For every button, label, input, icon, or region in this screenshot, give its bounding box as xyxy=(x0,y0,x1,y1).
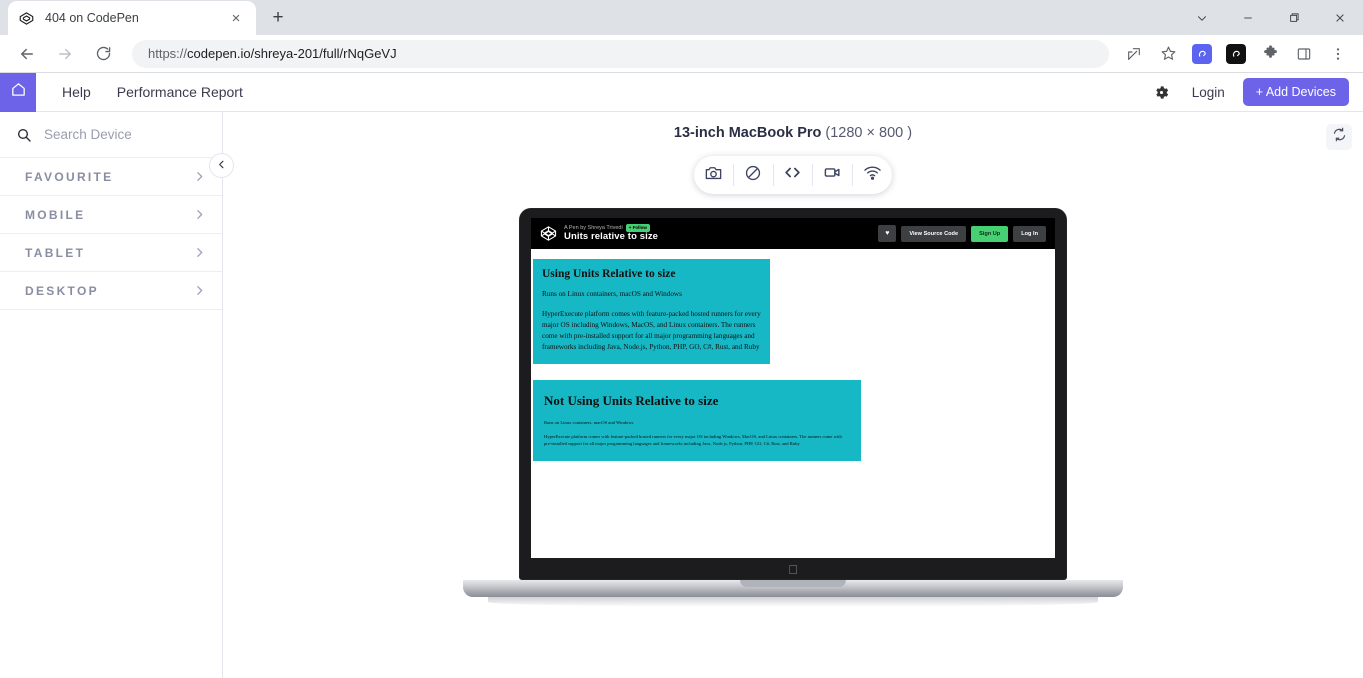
network-throttle-button[interactable] xyxy=(853,164,892,186)
sidebar-item-tablet[interactable]: TABLET xyxy=(0,234,222,272)
extension-black-badge xyxy=(1226,43,1246,64)
sidebar-item-favourite[interactable]: FAVOURITE xyxy=(0,158,222,196)
nav-item-performance-report[interactable]: Performance Report xyxy=(117,84,243,100)
share-icon[interactable] xyxy=(1119,39,1149,69)
sidebar: FAVOURITE MOBILE TABLET DESKTOP xyxy=(0,112,234,678)
sidebar-item-label: TABLET xyxy=(25,245,86,260)
minimize-icon[interactable] xyxy=(1225,0,1271,35)
codepen-signup-button[interactable]: Sign Up xyxy=(971,225,1009,242)
relative-units-subtext: Runs on Linux containers, macOS and Wind… xyxy=(542,290,682,298)
login-link[interactable]: Login xyxy=(1192,85,1225,100)
app-nav: Help Performance Report xyxy=(62,84,243,100)
close-icon[interactable] xyxy=(1317,0,1363,35)
back-icon[interactable] xyxy=(11,38,43,70)
gear-icon[interactable] xyxy=(1150,80,1174,104)
bookmark-star-icon[interactable] xyxy=(1153,39,1183,69)
extension-blue-icon[interactable] xyxy=(1187,39,1217,69)
browser-tab-strip: 404 on CodePen × + xyxy=(0,0,1363,35)
extension-black-icon[interactable] xyxy=(1221,39,1251,69)
search-device-row xyxy=(0,112,222,158)
relative-units-card: Using Units Relative to size Runs on Lin… xyxy=(533,259,770,364)
codepen-heart-button[interactable]: ♥ xyxy=(878,225,897,242)
codepen-header: A Pen by Shreya Trivedi + Follow Units r… xyxy=(531,218,1055,249)
chevron-down-icon[interactable] xyxy=(1179,0,1225,35)
sidebar-item-label: DESKTOP xyxy=(25,283,99,298)
camera-icon xyxy=(704,163,723,187)
sidebar-item-desktop[interactable]: DESKTOP xyxy=(0,272,222,310)
codepen-view-source-button[interactable]: View Source Code xyxy=(901,225,967,242)
record-video-button[interactable] xyxy=(813,163,854,187)
url-rest: codepen.io/shreya-201/full/rNqGeVJ xyxy=(187,46,397,61)
tab-close-icon[interactable]: × xyxy=(226,8,246,28)
address-bar-url: https://codepen.io/shreya-201/full/rNqGe… xyxy=(148,46,397,61)
chevron-right-icon xyxy=(193,170,206,183)
apple-logo-icon:  xyxy=(788,563,798,576)
browser-toolbar: https://codepen.io/shreya-201/full/rNqGe… xyxy=(0,35,1363,73)
codepen-actions: ♥ View Source Code Sign Up Log In xyxy=(878,225,1046,242)
no-entry-icon xyxy=(744,164,762,187)
device-title: 13-inch MacBook Pro (1280 × 800 ) xyxy=(223,125,1363,141)
home-button[interactable] xyxy=(0,72,36,112)
chevron-right-icon xyxy=(193,246,206,259)
home-icon xyxy=(10,81,27,103)
browser-tab-title: 404 on CodePen xyxy=(45,11,139,25)
chrome-menu-icon[interactable] xyxy=(1323,39,1353,69)
codepen-favicon-icon xyxy=(18,10,34,26)
browser-tab[interactable]: 404 on CodePen × xyxy=(8,1,256,35)
refresh-icon xyxy=(1332,127,1347,147)
code-brackets-icon xyxy=(783,163,802,187)
refresh-button[interactable] xyxy=(1326,124,1352,150)
relative-units-heading: Using Units Relative to size xyxy=(542,268,676,280)
device-preview-stage: 13-inch MacBook Pro (1280 × 800 ) A Pen … xyxy=(223,112,1363,678)
macbook-notch xyxy=(740,580,846,587)
relative-units-paragraph: HyperExecute platform comes with feature… xyxy=(542,309,761,351)
maximize-icon[interactable] xyxy=(1271,0,1317,35)
app-header: Help Performance Report Login + Add Devi… xyxy=(0,72,1363,112)
macbook-shadow xyxy=(488,597,1098,607)
device-resolution: (1280 × 800 ) xyxy=(825,125,913,141)
sidebar-item-mobile[interactable]: MOBILE xyxy=(0,196,222,234)
codepen-login-button[interactable]: Log In xyxy=(1013,225,1046,242)
forward-icon[interactable] xyxy=(49,38,81,70)
inspect-code-button[interactable] xyxy=(774,164,814,186)
sidebar-item-label: MOBILE xyxy=(25,207,86,222)
address-bar[interactable]: https://codepen.io/shreya-201/full/rNqGe… xyxy=(132,39,1109,68)
macbook-lid: A Pen by Shreya Trivedi + Follow Units r… xyxy=(519,208,1067,580)
side-panel-icon[interactable] xyxy=(1289,39,1319,69)
search-input[interactable] xyxy=(44,127,206,142)
chevron-right-icon xyxy=(193,284,206,297)
chevron-right-icon xyxy=(193,208,206,221)
codepen-pen-body: Using Units Relative to size Runs on Lin… xyxy=(531,249,1055,558)
codepen-logo-icon xyxy=(540,225,557,242)
device-name: 13-inch MacBook Pro xyxy=(673,125,822,141)
nav-item-help[interactable]: Help xyxy=(62,84,91,100)
preview-action-toolbar xyxy=(694,156,892,194)
macbook-mockup: A Pen by Shreya Trivedi + Follow Units r… xyxy=(463,208,1123,607)
url-scheme: https:// xyxy=(148,46,188,61)
non-relative-units-card: Not Using Units Relative to size Runs on… xyxy=(533,379,861,462)
app-header-right: Login + Add Devices xyxy=(1150,78,1363,106)
device-viewport[interactable]: A Pen by Shreya Trivedi + Follow Units r… xyxy=(531,218,1055,558)
chevron-left-icon xyxy=(216,157,227,175)
sidebar-collapse-button[interactable] xyxy=(209,153,234,178)
add-devices-button[interactable]: + Add Devices xyxy=(1242,78,1349,106)
video-camera-icon xyxy=(823,163,842,187)
extension-blue-badge xyxy=(1192,43,1212,64)
new-tab-button[interactable]: + xyxy=(264,4,292,32)
reload-icon[interactable] xyxy=(87,38,119,70)
non-relative-units-heading: Not Using Units Relative to size xyxy=(544,392,719,408)
codepen-pen-title: Units relative to size xyxy=(564,230,659,242)
macbook-base xyxy=(463,580,1123,597)
screenshot-button[interactable] xyxy=(694,164,734,186)
block-button[interactable] xyxy=(734,164,774,186)
app-body: FAVOURITE MOBILE TABLET DESKTOP xyxy=(0,112,1363,678)
wifi-icon xyxy=(863,163,882,187)
non-relative-units-subtext: Runs on Linux containers, macOS and Wind… xyxy=(544,419,634,425)
non-relative-units-paragraph: HyperExecute platform comes with feature… xyxy=(544,433,842,446)
window-controls xyxy=(1179,0,1363,35)
codepen-meta: A Pen by Shreya Trivedi + Follow Units r… xyxy=(564,224,658,242)
search-icon xyxy=(16,127,32,143)
puzzle-extensions-icon[interactable] xyxy=(1255,39,1285,69)
sidebar-item-label: FAVOURITE xyxy=(25,169,114,184)
